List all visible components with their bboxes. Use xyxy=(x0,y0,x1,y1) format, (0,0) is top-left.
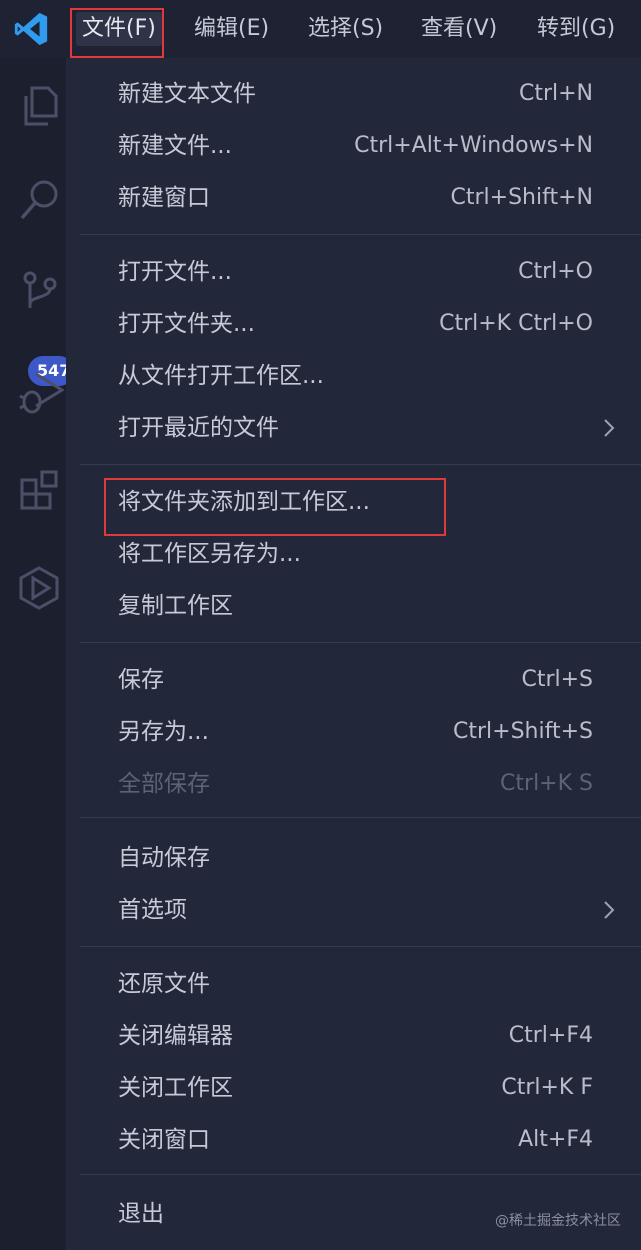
menu-item-label: 保存 xyxy=(118,667,164,693)
menu-bar: 文件(F) 编辑(E) 选择(S) 查看(V) 转到(G) xyxy=(0,0,641,58)
menu-item-shortcut: Ctrl+S xyxy=(521,667,593,692)
menu-item-close-editor[interactable]: 关闭编辑器 Ctrl+F4 xyxy=(118,1010,593,1062)
menu-item-label: 打开文件... xyxy=(118,259,232,285)
chevron-right-icon xyxy=(604,901,615,919)
extensions-icon[interactable] xyxy=(14,468,64,518)
menu-item-label: 将工作区另存为... xyxy=(118,541,301,567)
menu-item-save-as[interactable]: 另存为... Ctrl+Shift+S xyxy=(118,706,593,758)
menu-item-shortcut: Ctrl+K S xyxy=(500,771,593,796)
menu-item-open-recent[interactable]: 打开最近的文件 xyxy=(118,402,615,454)
chevron-right-icon xyxy=(604,419,615,437)
menu-item-new-text-file[interactable]: 新建文本文件 Ctrl+N xyxy=(118,68,593,120)
menu-item-label: 新建文本文件 xyxy=(118,81,256,107)
menu-item-shortcut: Ctrl+Shift+N xyxy=(450,185,593,210)
menu-item-label: 退出 xyxy=(118,1201,164,1227)
menu-item-label: 首选项 xyxy=(118,897,187,923)
menu-item-save-all: 全部保存 Ctrl+K S xyxy=(118,758,593,810)
menu-item-shortcut: Alt+F4 xyxy=(518,1127,593,1152)
menu-item-label: 打开最近的文件 xyxy=(118,415,279,441)
source-control-icon[interactable] xyxy=(14,268,64,318)
menu-separator xyxy=(80,1174,641,1175)
menu-item-label: 全部保存 xyxy=(118,771,210,797)
menu-item-shortcut: Ctrl+K F xyxy=(501,1075,593,1100)
menu-item-shortcut: Ctrl+O xyxy=(518,259,593,284)
menu-item-label: 新建文件... xyxy=(118,133,232,159)
menu-item-label: 将文件夹添加到工作区... xyxy=(118,489,370,515)
menu-item-new-file[interactable]: 新建文件... Ctrl+Alt+Windows+N xyxy=(118,120,593,172)
menu-selection[interactable]: 选择(S) xyxy=(308,12,383,46)
menu-item-label: 另存为... xyxy=(118,719,209,745)
menu-item-open-workspace-from-file[interactable]: 从文件打开工作区... xyxy=(118,350,593,402)
menu-separator xyxy=(80,642,641,643)
menu-item-label: 关闭工作区 xyxy=(118,1075,233,1101)
menu-file[interactable]: 文件(F) xyxy=(76,12,162,46)
menu-go[interactable]: 转到(G) xyxy=(537,12,615,46)
menu-item-close-window[interactable]: 关闭窗口 Alt+F4 xyxy=(118,1114,593,1166)
watermark: @稀土掘金技术社区 xyxy=(495,1213,621,1229)
menu-item-revert-file[interactable]: 还原文件 xyxy=(118,958,593,1010)
menu-item-label: 打开文件夹... xyxy=(118,311,255,337)
menu-item-shortcut: Ctrl+N xyxy=(518,81,593,106)
menu-item-open-file[interactable]: 打开文件... Ctrl+O xyxy=(118,246,593,298)
menu-separator xyxy=(80,817,641,818)
activity-bar: 547 xyxy=(0,58,74,1250)
menu-item-label: 关闭窗口 xyxy=(118,1127,210,1153)
menu-item-label: 还原文件 xyxy=(118,971,210,997)
menu-item-preferences[interactable]: 首选项 xyxy=(118,884,615,936)
menu-edit[interactable]: 编辑(E) xyxy=(194,12,269,46)
menu-item-label: 自动保存 xyxy=(118,845,210,871)
menu-separator xyxy=(80,234,641,235)
menu-item-label: 复制工作区 xyxy=(118,593,233,619)
menu-item-save-workspace-as[interactable]: 将工作区另存为... xyxy=(118,528,593,580)
menu-item-add-folder-to-workspace[interactable]: 将文件夹添加到工作区... xyxy=(118,476,593,528)
menu-item-close-workspace[interactable]: 关闭工作区 Ctrl+K F xyxy=(118,1062,593,1114)
menu-item-shortcut: Ctrl+K Ctrl+O xyxy=(439,311,593,336)
menu-item-label: 新建窗口 xyxy=(118,185,210,211)
run-debug-icon[interactable] xyxy=(14,366,64,416)
menu-item-save[interactable]: 保存 Ctrl+S xyxy=(118,654,593,706)
menu-separator xyxy=(80,464,641,465)
menu-item-auto-save[interactable]: 自动保存 xyxy=(118,832,593,884)
menu-view[interactable]: 查看(V) xyxy=(421,12,497,46)
vscode-logo-icon[interactable] xyxy=(12,10,50,48)
menu-item-shortcut: Ctrl+F4 xyxy=(508,1023,593,1048)
menu-item-open-folder[interactable]: 打开文件夹... Ctrl+K Ctrl+O xyxy=(118,298,593,350)
menu-item-duplicate-workspace[interactable]: 复制工作区 xyxy=(118,580,593,632)
menu-item-shortcut: Ctrl+Alt+Windows+N xyxy=(354,133,593,158)
menu-item-label: 从文件打开工作区... xyxy=(118,363,324,389)
remote-explorer-icon[interactable] xyxy=(14,562,64,612)
search-icon[interactable] xyxy=(14,176,64,226)
menu-item-shortcut: Ctrl+Shift+S xyxy=(453,719,593,744)
files-icon[interactable] xyxy=(14,80,64,130)
file-menu-dropdown: 新建文本文件 Ctrl+N 新建文件... Ctrl+Alt+Windows+N… xyxy=(66,58,641,1250)
menu-item-new-window[interactable]: 新建窗口 Ctrl+Shift+N xyxy=(118,172,593,224)
menu-separator xyxy=(80,946,641,947)
menu-item-label: 关闭编辑器 xyxy=(118,1023,233,1049)
